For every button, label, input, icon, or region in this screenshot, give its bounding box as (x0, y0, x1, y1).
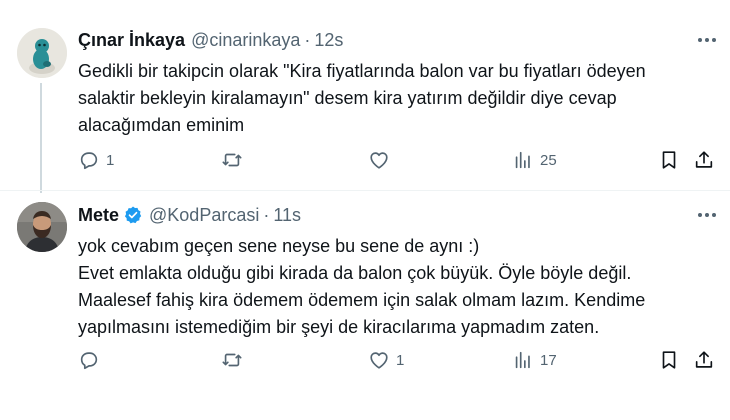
separator-dot: · (304, 29, 311, 50)
retweet-icon (222, 153, 242, 167)
author-handle[interactable]: @cinarinkaya (191, 30, 300, 51)
like-count: 1 (396, 351, 405, 369)
tweet-text: yok cevabım geçen sene neyse bu sene de … (78, 233, 718, 341)
share-button[interactable] (693, 148, 715, 172)
tweet-text: Gedikli bir takipcin olarak "Kira fiyatl… (78, 58, 718, 139)
author-name[interactable]: Mete (78, 205, 119, 226)
tweet-text-line: yok cevabım geçen sene neyse bu sene de … (78, 236, 480, 256)
reply-icon (80, 152, 98, 170)
action-bar: 1 17 (78, 348, 718, 372)
tweet-text-line: Evet emlakta olduğu gibi kirada da balon… (78, 263, 632, 283)
tweet-cinar[interactable]: Çınar İnkaya @cinarinkaya · 12s Gedikli … (0, 0, 730, 193)
timestamp[interactable]: 11s (273, 205, 301, 226)
reply-button[interactable]: 1 (78, 148, 114, 172)
like-button[interactable]: 1 (368, 348, 404, 372)
author-name[interactable]: Çınar İnkaya (78, 30, 185, 51)
bookmark-button[interactable] (658, 348, 680, 372)
views-button[interactable]: 17 (512, 348, 557, 372)
tweet-text-line: Maalesef fahiş kira ödemem ödemem için s… (78, 290, 646, 310)
avatar-figure-icon (17, 28, 67, 78)
verified-badge-icon[interactable] (123, 205, 143, 225)
more-button[interactable] (690, 28, 724, 52)
avatar[interactable] (17, 202, 67, 252)
thread-line (40, 83, 42, 193)
tweet-text-line: alacağımdan eminim (78, 115, 245, 135)
separator-dot: · (263, 204, 270, 225)
reply-button[interactable] (78, 348, 106, 372)
reply-icon (80, 352, 98, 370)
view-count: 25 (540, 151, 557, 169)
bookmark-icon (662, 351, 676, 369)
bookmark-button[interactable] (658, 148, 680, 172)
view-count: 17 (540, 351, 557, 369)
author-handle[interactable]: @KodParcasi (149, 205, 259, 226)
tweet-text-line: Gedikli bir takipcin olarak "Kira fiyatl… (78, 61, 646, 81)
like-icon (370, 152, 388, 169)
more-icon (698, 213, 716, 217)
like-icon (370, 352, 388, 369)
tweet-text-line: yapılmasını istemediğim bir şeyi de kira… (78, 317, 600, 337)
like-button[interactable] (368, 148, 396, 172)
views-icon (515, 151, 530, 169)
timestamp[interactable]: 12s (314, 30, 343, 51)
views-icon (515, 351, 530, 369)
more-button[interactable] (690, 203, 724, 227)
share-icon (695, 151, 713, 168)
retweet-button[interactable] (221, 348, 249, 372)
more-icon (698, 38, 716, 42)
share-button[interactable] (693, 348, 715, 372)
tweet-header: Mete @KodParcasi · 11s (78, 203, 301, 227)
reply-count: 1 (106, 151, 115, 169)
action-bar: 1 25 (78, 148, 718, 172)
avatar-portrait-icon (17, 202, 67, 252)
views-button[interactable]: 25 (512, 148, 557, 172)
tweet-header: Çınar İnkaya @cinarinkaya · 12s (78, 28, 343, 52)
retweet-icon (222, 353, 242, 367)
bookmark-icon (662, 151, 676, 169)
share-icon (695, 351, 713, 368)
tweet-text-line: salaktir bekleyin kiralamayın" desem kir… (78, 88, 617, 108)
avatar[interactable] (17, 28, 67, 78)
retweet-button[interactable] (221, 148, 249, 172)
